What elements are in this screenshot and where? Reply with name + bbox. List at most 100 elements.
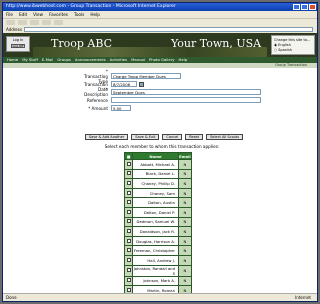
member-email-flag: N [178,159,192,170]
table-row: Johnston, Randall and SN [124,264,192,277]
menu-tools[interactable]: Tools [74,11,84,18]
form-buttons: Save & Add Another Save & Exit Cancel Re… [11,134,317,140]
member-name: Dalton, Daniel P. [132,206,179,218]
member-name: Chaney, Sam [132,187,179,199]
member-email-flag: N [178,285,192,293]
minimize-button[interactable] [293,4,300,10]
member-checkbox[interactable] [124,197,133,208]
address-input[interactable] [23,27,313,32]
home-button[interactable] [54,20,63,25]
forward-button[interactable] [18,20,27,25]
member-checkbox[interactable] [124,254,133,266]
name-header: Name [132,152,179,160]
calendar-icon[interactable] [139,81,144,87]
type-select[interactable]: Charge Troop Member Dues [111,73,181,79]
refresh-button[interactable] [42,20,51,25]
member-name: Abbott, Michael A. [132,159,179,170]
member-checkbox[interactable] [124,285,133,293]
table-row: Chaney, Sam N [124,187,192,199]
language-title: Change this site to... [274,38,311,42]
language-spanish[interactable]: ○ Spanish [274,48,312,52]
member-email-flag: N [178,216,192,228]
table-row: Abbott, Michael A. N [124,159,192,170]
page-subtitle: Group Transaction [3,63,317,68]
transaction-form: * Transaction Type Charge Troop Member D… [3,69,317,112]
menu-help[interactable]: Help [90,11,100,18]
nav-manual[interactable]: Manual [131,57,145,63]
login-label: Log In [12,38,24,42]
logoff-button[interactable]: Log Off [11,44,25,48]
menu-view[interactable]: View [33,11,43,18]
menu-bar: File Edit View Favorites Tools Help [3,11,317,18]
member-email-flag: N [178,275,192,287]
language-box: Change this site to... ◉ English ○ Spani… [271,35,315,55]
table-row: Dedmon, Samuel W. N [124,216,192,228]
member-checkbox[interactable] [124,168,133,180]
member-checkbox[interactable] [124,159,133,170]
member-email-flag: N [178,178,192,189]
member-checkbox[interactable] [124,235,133,247]
reference-input[interactable] [111,97,261,103]
close-button[interactable] [309,4,316,10]
nav-announcements[interactable]: Announcements [75,57,106,63]
table-row: Douglas, Harrison A. N [124,235,192,247]
member-checkbox[interactable] [124,275,133,287]
member-email-flag: N [178,226,192,237]
member-checkbox[interactable] [124,206,133,218]
status-text: Done [6,295,17,300]
table-row: Dalton, Austin N [124,197,192,208]
nav-photo-gallery[interactable]: Photo Gallery [149,57,175,63]
member-email-flag: N [178,206,192,218]
select-all-header[interactable]: ■ [124,152,133,160]
date-input[interactable]: 8/7/2008 [111,81,137,87]
member-checkbox[interactable] [124,226,133,237]
select-all-scouts-button[interactable]: Select All Scouts [206,134,244,140]
cancel-button[interactable]: Cancel [162,134,183,140]
table-row: Hall, Andrew J. N [124,254,192,266]
nav-help[interactable]: Help [179,57,188,63]
nav-home[interactable]: Home [7,57,18,63]
reference-label: Reference [86,97,108,103]
town-name: Your Town, USA [171,37,262,50]
member-checkbox[interactable] [124,245,133,256]
member-email-flag: N [178,245,192,256]
member-name: Johnson, Mark A. [132,275,179,287]
save-add-another-button[interactable]: Save & Add Another [84,134,129,140]
nav-activities[interactable]: Activities [110,57,127,63]
table-row: Dalton, Daniel P. N [124,206,192,218]
nav-email[interactable]: E-Mail [42,57,53,63]
member-name: Hall, Andrew J. [132,254,179,266]
maximize-button[interactable] [301,4,308,10]
member-checkbox[interactable] [124,178,133,189]
description-input[interactable]: September Dues [111,89,261,95]
member-name: Chaney, Phillip D. [132,178,179,189]
browser-window: http://www.ibwebhost.com - Group Transac… [2,2,318,302]
description-label: * Description [84,87,108,97]
member-name: Johnston, Randall and S [132,264,179,277]
member-name: Freeman, Christopher [132,245,179,256]
nav-my-stuff[interactable]: My Stuff [22,57,38,63]
member-email-flag: N [178,197,192,208]
member-name: Martin, Roman [132,285,179,293]
login-box: Log In Log Off [6,36,30,52]
member-checkbox[interactable] [124,216,133,228]
reset-button[interactable]: Reset [185,134,204,140]
language-english[interactable]: ◉ English [274,43,312,47]
member-checkbox[interactable] [124,187,133,199]
member-email-flag: N [178,264,192,277]
table-row: Black, Daniel L. N [124,168,192,180]
table-row: Donaldson, Jack R. N [124,226,192,237]
amount-input[interactable]: 5.00 [111,105,131,111]
member-checkbox[interactable] [124,264,133,277]
email-header: Email [178,152,192,160]
menu-file[interactable]: File [6,11,13,18]
back-button[interactable] [6,20,15,25]
menu-edit[interactable]: Edit [19,11,27,18]
stop-button[interactable] [30,20,39,25]
member-name: Donaldson, Jack R. [132,226,179,237]
table-row: Johnson, Mark A. N [124,275,192,287]
menu-favorites[interactable]: Favorites [49,11,68,18]
troop-name: Troop ABC [51,37,113,50]
nav-groups[interactable]: Groups [57,57,71,63]
save-exit-button[interactable]: Save & Exit [131,134,160,140]
